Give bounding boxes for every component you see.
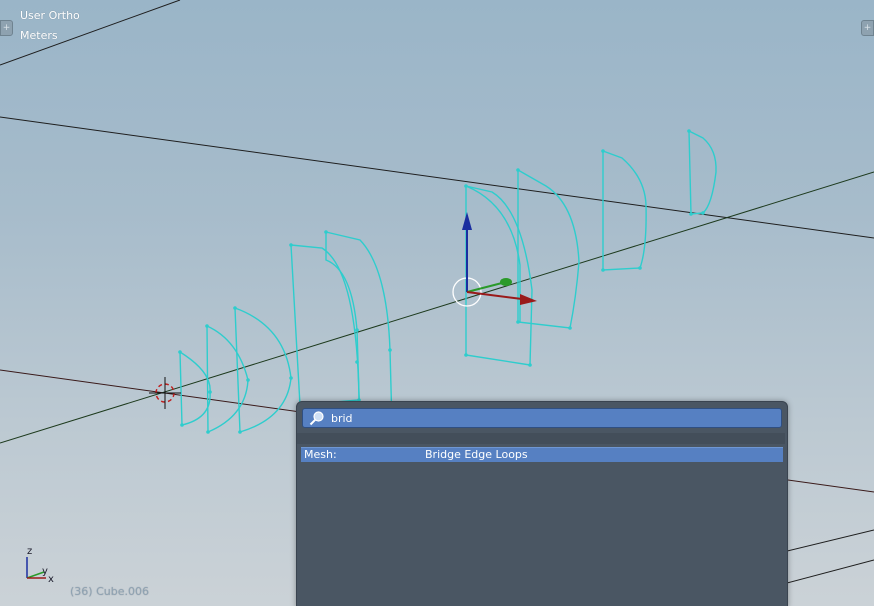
- mesh-wireframe: [179, 129, 717, 434]
- grid-line: [0, 116, 874, 239]
- object-info-label: (36) Cube.006: [70, 585, 149, 598]
- 3d-viewport[interactable]: z y x User Ortho Meters (36) Cube.006 + …: [0, 0, 874, 606]
- search-result-item[interactable]: Mesh: Bridge Edge Loops: [301, 447, 783, 462]
- search-field[interactable]: [302, 408, 782, 428]
- result-name: Bridge Edge Loops: [425, 448, 528, 461]
- magnifier-icon: [309, 411, 324, 426]
- search-input[interactable]: [331, 409, 771, 427]
- result-category: Mesh:: [304, 448, 337, 461]
- toolshelf-toggle-icon[interactable]: +: [0, 20, 13, 36]
- axis-label-x: x: [48, 574, 54, 585]
- 3d-cursor-icon: [149, 377, 181, 409]
- units-label: Meters: [20, 29, 58, 42]
- search-separator: [297, 433, 785, 444]
- properties-toggle-icon[interactable]: +: [861, 20, 874, 36]
- axis-label-z: z: [27, 546, 32, 557]
- operator-search-popup: Mesh: Bridge Edge Loops: [296, 401, 788, 606]
- axis-gizmo-icon: z y x: [26, 546, 54, 585]
- view-name-label: User Ortho: [20, 9, 80, 22]
- mesh-vertices: [178, 129, 705, 434]
